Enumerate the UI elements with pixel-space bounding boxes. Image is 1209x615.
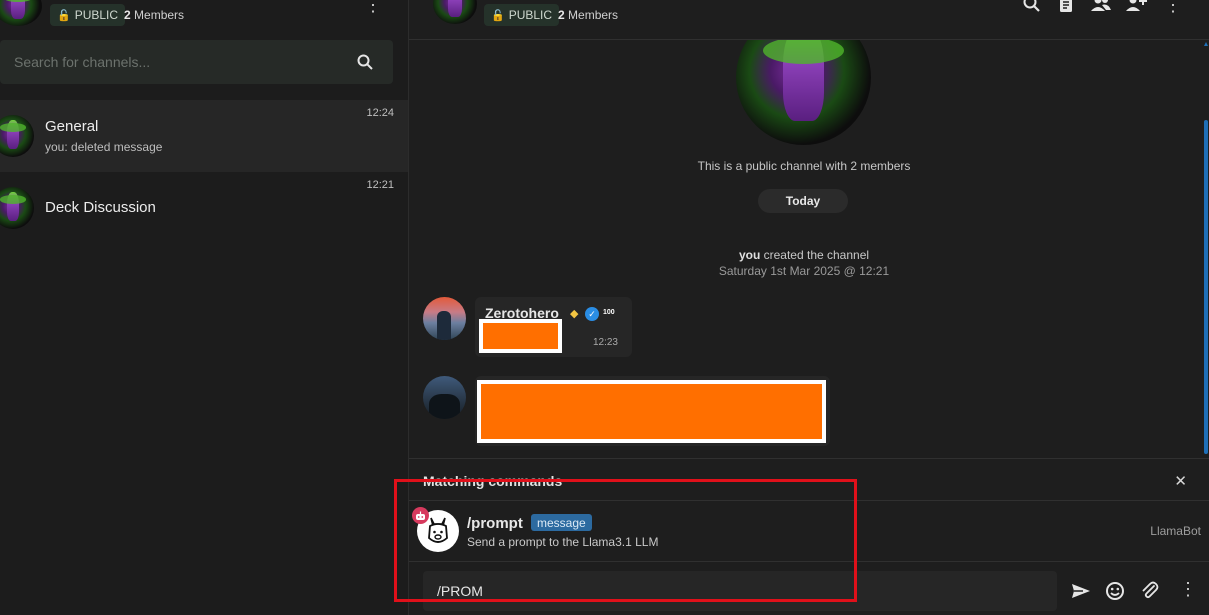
gem-icon: ◆ (570, 308, 579, 320)
channel-large-avatar (736, 40, 871, 145)
attachment-icon[interactable] (1140, 581, 1160, 601)
visibility-label: PUBLIC (74, 8, 119, 22)
system-message-actor: you (738, 248, 761, 262)
channel-last-message: you: deleted message (45, 140, 163, 154)
more-options-icon[interactable]: ⋮ (364, 0, 382, 14)
100-icon: 100 (603, 309, 615, 316)
member-count-label: Members (134, 8, 185, 22)
document-icon[interactable] (1056, 0, 1076, 15)
message-time: 12:23 (592, 337, 618, 348)
channel-name: Deck Discussion (45, 199, 156, 216)
chat-scrollbar[interactable] (1204, 42, 1208, 454)
system-message-timestamp: Saturday 1st Mar 2025 @ 12:21 (718, 264, 890, 278)
llama-icon (428, 517, 448, 543)
message-list: This is a public channel with 2 members … (409, 40, 1209, 457)
more-options-icon[interactable]: ⋮ (1179, 580, 1197, 598)
member-count-label: Members (568, 8, 619, 22)
message-bubble[interactable] (475, 376, 830, 446)
command-item-prompt[interactable]: /prompt message Send a prompt to the Lla… (409, 502, 1209, 560)
bot-icon (412, 507, 429, 524)
add-member-icon[interactable] (1124, 0, 1148, 15)
channel-avatar (0, 187, 34, 229)
channel-avatar[interactable] (0, 0, 42, 26)
member-count: 2 Members (124, 8, 184, 22)
channel-time: 12:24 (366, 107, 394, 119)
verified-icon: ✓ (585, 307, 599, 321)
search-icon[interactable] (1022, 0, 1042, 14)
unlock-icon: 🔓 (491, 9, 505, 22)
message-composer: ⋮ (409, 561, 1209, 615)
channel-search (0, 40, 393, 84)
member-count-number: 2 (124, 8, 131, 22)
channel-avatar[interactable] (433, 0, 477, 24)
scrollbar-thumb[interactable] (1204, 120, 1208, 454)
channel-sidebar: 🔓 PUBLIC 2 Members ⋮ General you: delete… (0, 0, 409, 615)
search-icon[interactable] (357, 54, 373, 70)
redacted-content (477, 380, 826, 443)
visibility-badge: 🔓 PUBLIC (50, 4, 126, 26)
command-type-tag: message (531, 514, 592, 531)
redacted-content (479, 319, 562, 353)
visibility-badge: 🔓 PUBLIC (484, 4, 560, 26)
user-avatar[interactable] (423, 376, 466, 419)
command-suggestions-title: Matching commands (423, 473, 563, 489)
command-description: Send a prompt to the Llama3.1 LLM (467, 535, 659, 549)
member-count-number: 2 (558, 8, 565, 22)
system-message-text: created the channel (763, 248, 870, 262)
search-input[interactable] (14, 40, 344, 84)
member-count: 2 Members (558, 8, 618, 22)
channel-avatar (0, 115, 34, 157)
command-provider: LlamaBot (1150, 524, 1201, 538)
sidebar-header: 🔓 PUBLIC 2 Members ⋮ (0, 0, 408, 30)
channel-item-general[interactable]: General you: deleted message 12:24 (0, 100, 408, 172)
visibility-label: PUBLIC (508, 8, 553, 22)
close-icon[interactable]: ✕ (1174, 472, 1187, 490)
emoji-icon[interactable] (1105, 581, 1125, 601)
message-input[interactable] (423, 571, 1057, 611)
channel-name: General (45, 118, 99, 135)
members-icon[interactable] (1090, 0, 1112, 15)
command-suggestions-header: Matching commands ✕ (409, 458, 1209, 501)
date-divider: Today (758, 189, 848, 213)
channel-info-text: This is a public channel with 2 members (697, 159, 911, 173)
channel-item-deck-discussion[interactable]: Deck Discussion 12:21 (0, 172, 408, 244)
user-avatar[interactable] (423, 297, 466, 340)
system-message: you created the channel (409, 248, 1199, 262)
more-options-icon[interactable]: ⋮ (1164, 0, 1182, 14)
scroll-down-arrow[interactable] (1204, 449, 1208, 453)
send-icon[interactable] (1071, 581, 1091, 601)
unlock-icon: 🔓 (57, 9, 71, 22)
command-name: /prompt (467, 515, 523, 532)
channel-header: 🔓 PUBLIC 2 Members ⋮ (409, 0, 1209, 40)
message-bubble[interactable]: Zerotohero ◆ ✓ 100 12:23 (475, 297, 632, 357)
channel-time: 12:21 (366, 179, 394, 191)
